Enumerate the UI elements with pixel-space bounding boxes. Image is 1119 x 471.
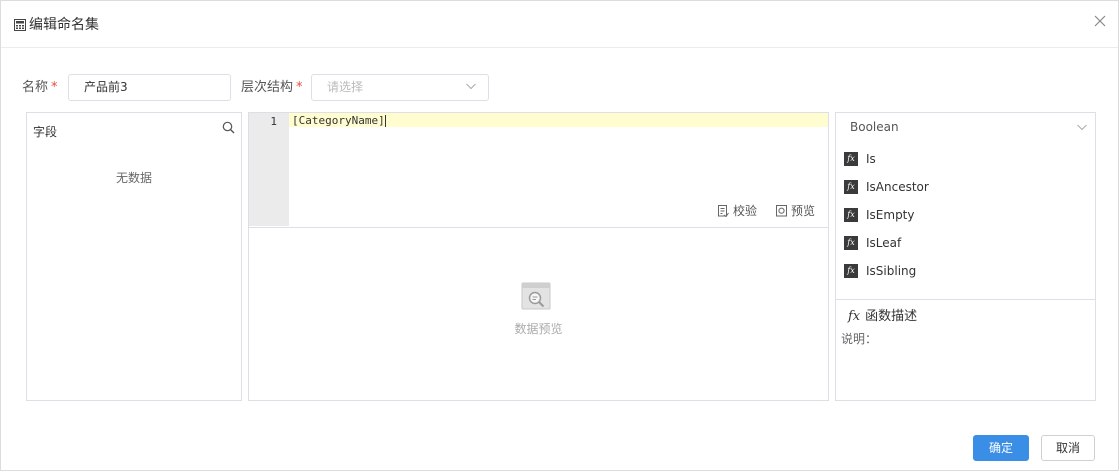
- cancel-button[interactable]: 取消: [1041, 435, 1095, 461]
- function-item[interactable]: fx Is: [844, 149, 1044, 169]
- dialog-title: 编辑命名集: [29, 17, 99, 33]
- required-mark: *: [296, 80, 303, 95]
- fx-icon: fx: [848, 309, 861, 324]
- chevron-down-icon: [1077, 124, 1087, 131]
- preview-button[interactable]: 预览: [776, 204, 815, 218]
- hierarchy-placeholder: 请选择: [327, 80, 364, 94]
- text-cursor: [384, 115, 386, 127]
- fields-empty-text: 无数据: [115, 171, 152, 185]
- function-item[interactable]: fx IsLeaf: [844, 233, 1044, 253]
- function-name: IsSibling: [866, 264, 917, 278]
- functions-divider: [836, 299, 1095, 300]
- validate-icon: [718, 205, 729, 218]
- fields-title: 字段: [33, 125, 58, 139]
- dialog-header: 编辑命名集: [1, 1, 1118, 48]
- calculator-icon: [14, 19, 26, 31]
- editor-divider: [249, 227, 828, 228]
- function-icon: fx: [844, 152, 858, 166]
- function-icon: fx: [844, 180, 858, 194]
- required-mark: *: [51, 80, 58, 95]
- edit-named-set-dialog: 编辑命名集 名称 * 产品前3 层次结构 * 请选择 字段 无数据 1 [Categ…: [0, 0, 1119, 471]
- function-description-label: 说明：: [841, 332, 878, 346]
- function-description-title: fx 函数描述: [848, 309, 918, 324]
- data-preview-text: 数据预览: [514, 322, 563, 336]
- preview-icon: [776, 205, 787, 217]
- search-icon[interactable]: [222, 121, 235, 134]
- data-preview-icon: [521, 282, 551, 310]
- name-input[interactable]: 产品前3: [68, 74, 231, 101]
- validate-label: 校验: [733, 204, 758, 218]
- function-item[interactable]: fx IsAncestor: [844, 177, 1044, 197]
- function-category-select[interactable]: Boolean: [836, 113, 1095, 143]
- hierarchy-select[interactable]: 请选择: [311, 74, 489, 101]
- code-text: [CategoryName]: [292, 114, 385, 127]
- name-label: 名称 *: [22, 80, 58, 95]
- confirm-button[interactable]: 确定: [973, 435, 1029, 461]
- line-number: 1: [270, 115, 277, 128]
- function-icon: fx: [844, 208, 858, 222]
- function-item[interactable]: fx IsSibling: [844, 261, 1044, 281]
- close-icon[interactable]: [1094, 15, 1106, 27]
- hierarchy-label: 层次结构 *: [241, 80, 303, 95]
- validate-button[interactable]: 校验: [718, 204, 757, 218]
- editor-gutter: 1: [249, 113, 289, 226]
- function-name: Is: [866, 152, 876, 166]
- function-item[interactable]: fx IsEmpty: [844, 205, 1044, 225]
- function-name: IsEmpty: [866, 208, 915, 222]
- code-editor[interactable]: [CategoryName]: [292, 114, 386, 127]
- function-name: IsLeaf: [866, 236, 902, 250]
- function-category-value: Boolean: [850, 120, 899, 134]
- fields-panel: 字段 无数据: [26, 112, 242, 401]
- preview-label: 预览: [791, 204, 816, 218]
- function-name: IsAncestor: [866, 180, 929, 194]
- expression-editor-panel: 1 [CategoryName] 校验 预览 数据预览: [248, 112, 829, 401]
- function-icon: fx: [844, 236, 858, 250]
- functions-panel: Boolean fx Is fx IsAncestor fx IsEmpty f…: [835, 112, 1096, 401]
- function-icon: fx: [844, 264, 858, 278]
- chevron-down-icon: [466, 83, 476, 90]
